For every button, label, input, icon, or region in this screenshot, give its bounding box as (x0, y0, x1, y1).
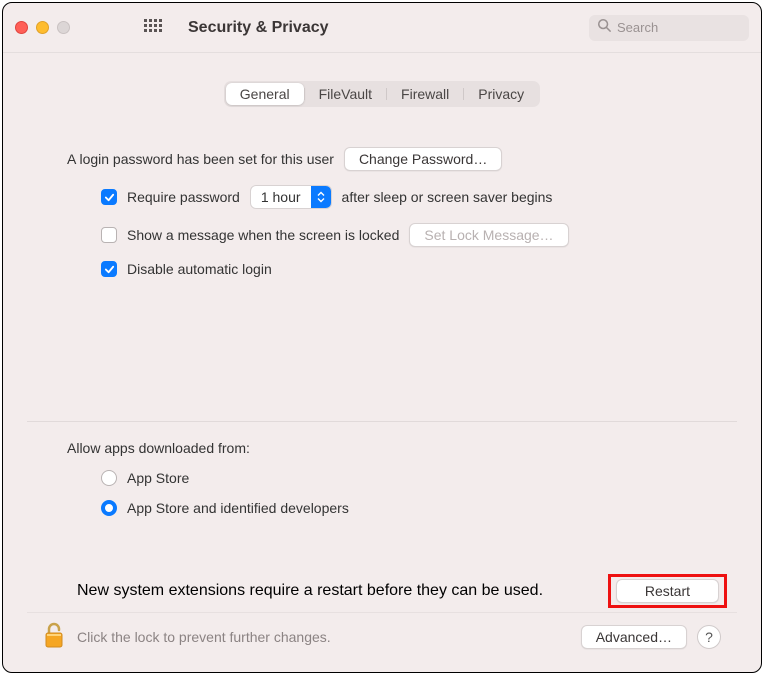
tab-firewall[interactable]: Firewall (387, 83, 463, 105)
minimize-window-button[interactable] (36, 21, 49, 34)
search-input[interactable] (617, 20, 762, 35)
require-password-checkbox[interactable] (101, 189, 117, 205)
zoom-window-button (57, 21, 70, 34)
show-message-label: Show a message when the screen is locked (127, 227, 399, 243)
show-all-icon[interactable] (144, 19, 162, 37)
allow-identified-label: App Store and identified developers (127, 500, 349, 516)
search-field[interactable] (589, 15, 749, 41)
allow-appstore-radio[interactable] (101, 470, 117, 486)
tab-filevault[interactable]: FileVault (305, 83, 386, 105)
nav-arrows (96, 19, 112, 37)
advanced-button[interactable]: Advanced… (581, 625, 687, 649)
disable-autologin-checkbox[interactable] (101, 261, 117, 277)
window-controls (15, 21, 70, 34)
password-delay-select[interactable]: 1 hour (250, 185, 332, 209)
change-password-button[interactable]: Change Password… (344, 147, 502, 171)
divider (27, 421, 737, 422)
tab-privacy[interactable]: Privacy (464, 83, 538, 105)
footer: Click the lock to prevent further change… (27, 612, 737, 662)
search-icon (597, 18, 611, 37)
show-message-checkbox[interactable] (101, 227, 117, 243)
allow-apps-title: Allow apps downloaded from: (67, 440, 250, 456)
disable-autologin-label: Disable automatic login (127, 261, 272, 277)
tab-general[interactable]: General (226, 83, 304, 105)
allow-apps-section: Allow apps downloaded from: App Store Ap… (27, 440, 737, 530)
login-section: A login password has been set for this u… (27, 147, 737, 291)
password-delay-value: 1 hour (251, 189, 311, 205)
extensions-restart-row: New system extensions require a restart … (27, 574, 737, 608)
window-title: Security & Privacy (188, 19, 329, 37)
allow-identified-radio[interactable] (101, 500, 117, 516)
password-delay-suffix: after sleep or screen saver begins (342, 189, 553, 205)
lock-icon[interactable] (43, 621, 65, 652)
content-area: General FileVault Firewall Privacy A log… (3, 53, 761, 672)
tab-bar: General FileVault Firewall Privacy (224, 81, 540, 107)
restart-highlight: Restart (608, 574, 727, 608)
require-password-label: Require password (127, 189, 240, 205)
close-window-button[interactable] (15, 21, 28, 34)
extensions-message: New system extensions require a restart … (77, 582, 543, 600)
chevron-updown-icon (311, 186, 331, 208)
allow-appstore-label: App Store (127, 470, 189, 486)
preferences-window: Security & Privacy General FileVault Fir… (2, 2, 762, 673)
help-button[interactable]: ? (697, 625, 721, 649)
titlebar: Security & Privacy (3, 3, 761, 53)
restart-button[interactable]: Restart (616, 579, 719, 603)
password-set-text: A login password has been set for this u… (67, 151, 334, 167)
set-lock-message-button: Set Lock Message… (409, 223, 568, 247)
lock-text: Click the lock to prevent further change… (77, 629, 331, 645)
